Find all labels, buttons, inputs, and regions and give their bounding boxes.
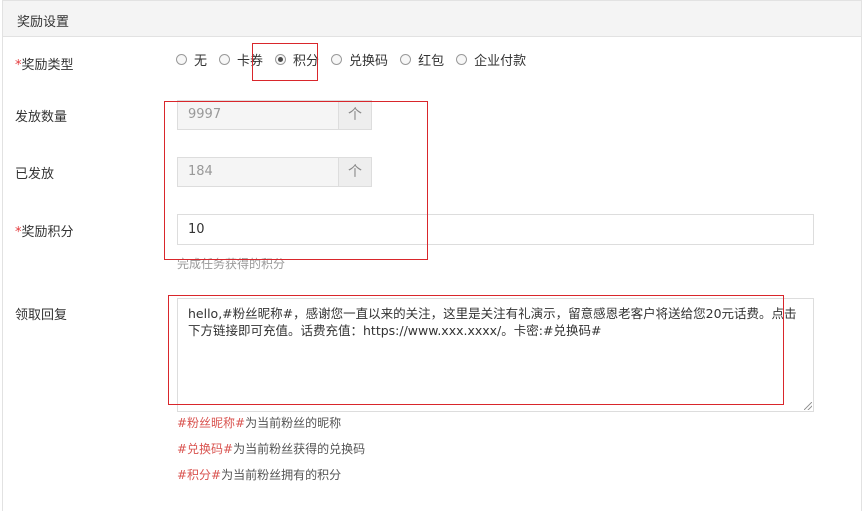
reward-type-radio-group: 无 卡券 积分 兑换码 红包 企业付款 xyxy=(176,50,538,69)
radio-redeem-code[interactable]: 兑换码 xyxy=(331,50,388,69)
reply-textarea[interactable]: hello,#粉丝昵称#，感谢您一直以来的关注，这里是关注有礼演示，留意感恩老客… xyxy=(177,298,814,412)
reply-label: 领取回复 xyxy=(15,308,68,323)
resize-grip-icon[interactable] xyxy=(804,402,812,410)
radio-circle[interactable] xyxy=(219,54,231,65)
radio-circle[interactable] xyxy=(331,54,343,65)
issued-input[interactable]: 184 xyxy=(178,158,338,186)
radio-card-coupon[interactable]: 卡券 xyxy=(219,50,263,69)
hint-nickname: #粉丝昵称#为当前粉丝的昵称 xyxy=(177,416,342,430)
reward-settings-panel: 奖励设置 xyxy=(2,0,862,511)
radio-none[interactable]: 无 xyxy=(176,50,207,69)
issue-count-input[interactable]: 9997 xyxy=(178,101,338,129)
reward-points-help: 完成任务获得的积分 xyxy=(177,257,286,271)
radio-red-packet[interactable]: 红包 xyxy=(400,50,444,69)
hint-tag: #粉丝昵称# xyxy=(177,416,246,430)
radio-circle[interactable] xyxy=(176,54,187,65)
reward-points-input[interactable]: 10 xyxy=(177,214,814,245)
hint-tag: #积分# xyxy=(177,468,222,482)
issue-count-unit: 个 xyxy=(338,101,371,129)
issued-unit: 个 xyxy=(338,158,371,186)
radio-circle[interactable] xyxy=(400,54,412,65)
issued-label: 已发放 xyxy=(15,167,55,182)
radio-circle-selected[interactable] xyxy=(275,54,287,65)
panel-title: 奖励设置 xyxy=(17,15,70,30)
hint-points: #积分#为当前粉丝拥有的积分 xyxy=(177,468,342,482)
hint-tag: #兑换码# xyxy=(177,442,234,456)
issue-count-input-group: 9997 个 xyxy=(177,100,372,130)
hint-redeem-code: #兑换码#为当前粉丝获得的兑换码 xyxy=(177,442,366,456)
issued-input-group: 184 个 xyxy=(177,157,372,187)
reward-type-label: *奖励类型 xyxy=(15,58,74,73)
reply-text: hello,#粉丝昵称#，感谢您一直以来的关注，这里是关注有礼演示，留意感恩老客… xyxy=(188,306,797,338)
radio-points[interactable]: 积分 xyxy=(275,50,319,69)
radio-enterprise-payment[interactable]: 企业付款 xyxy=(456,50,526,69)
reward-points-label: *奖励积分 xyxy=(15,225,74,240)
issue-count-label: 发放数量 xyxy=(15,110,68,125)
panel-header: 奖励设置 xyxy=(3,1,861,37)
radio-circle[interactable] xyxy=(456,54,468,65)
